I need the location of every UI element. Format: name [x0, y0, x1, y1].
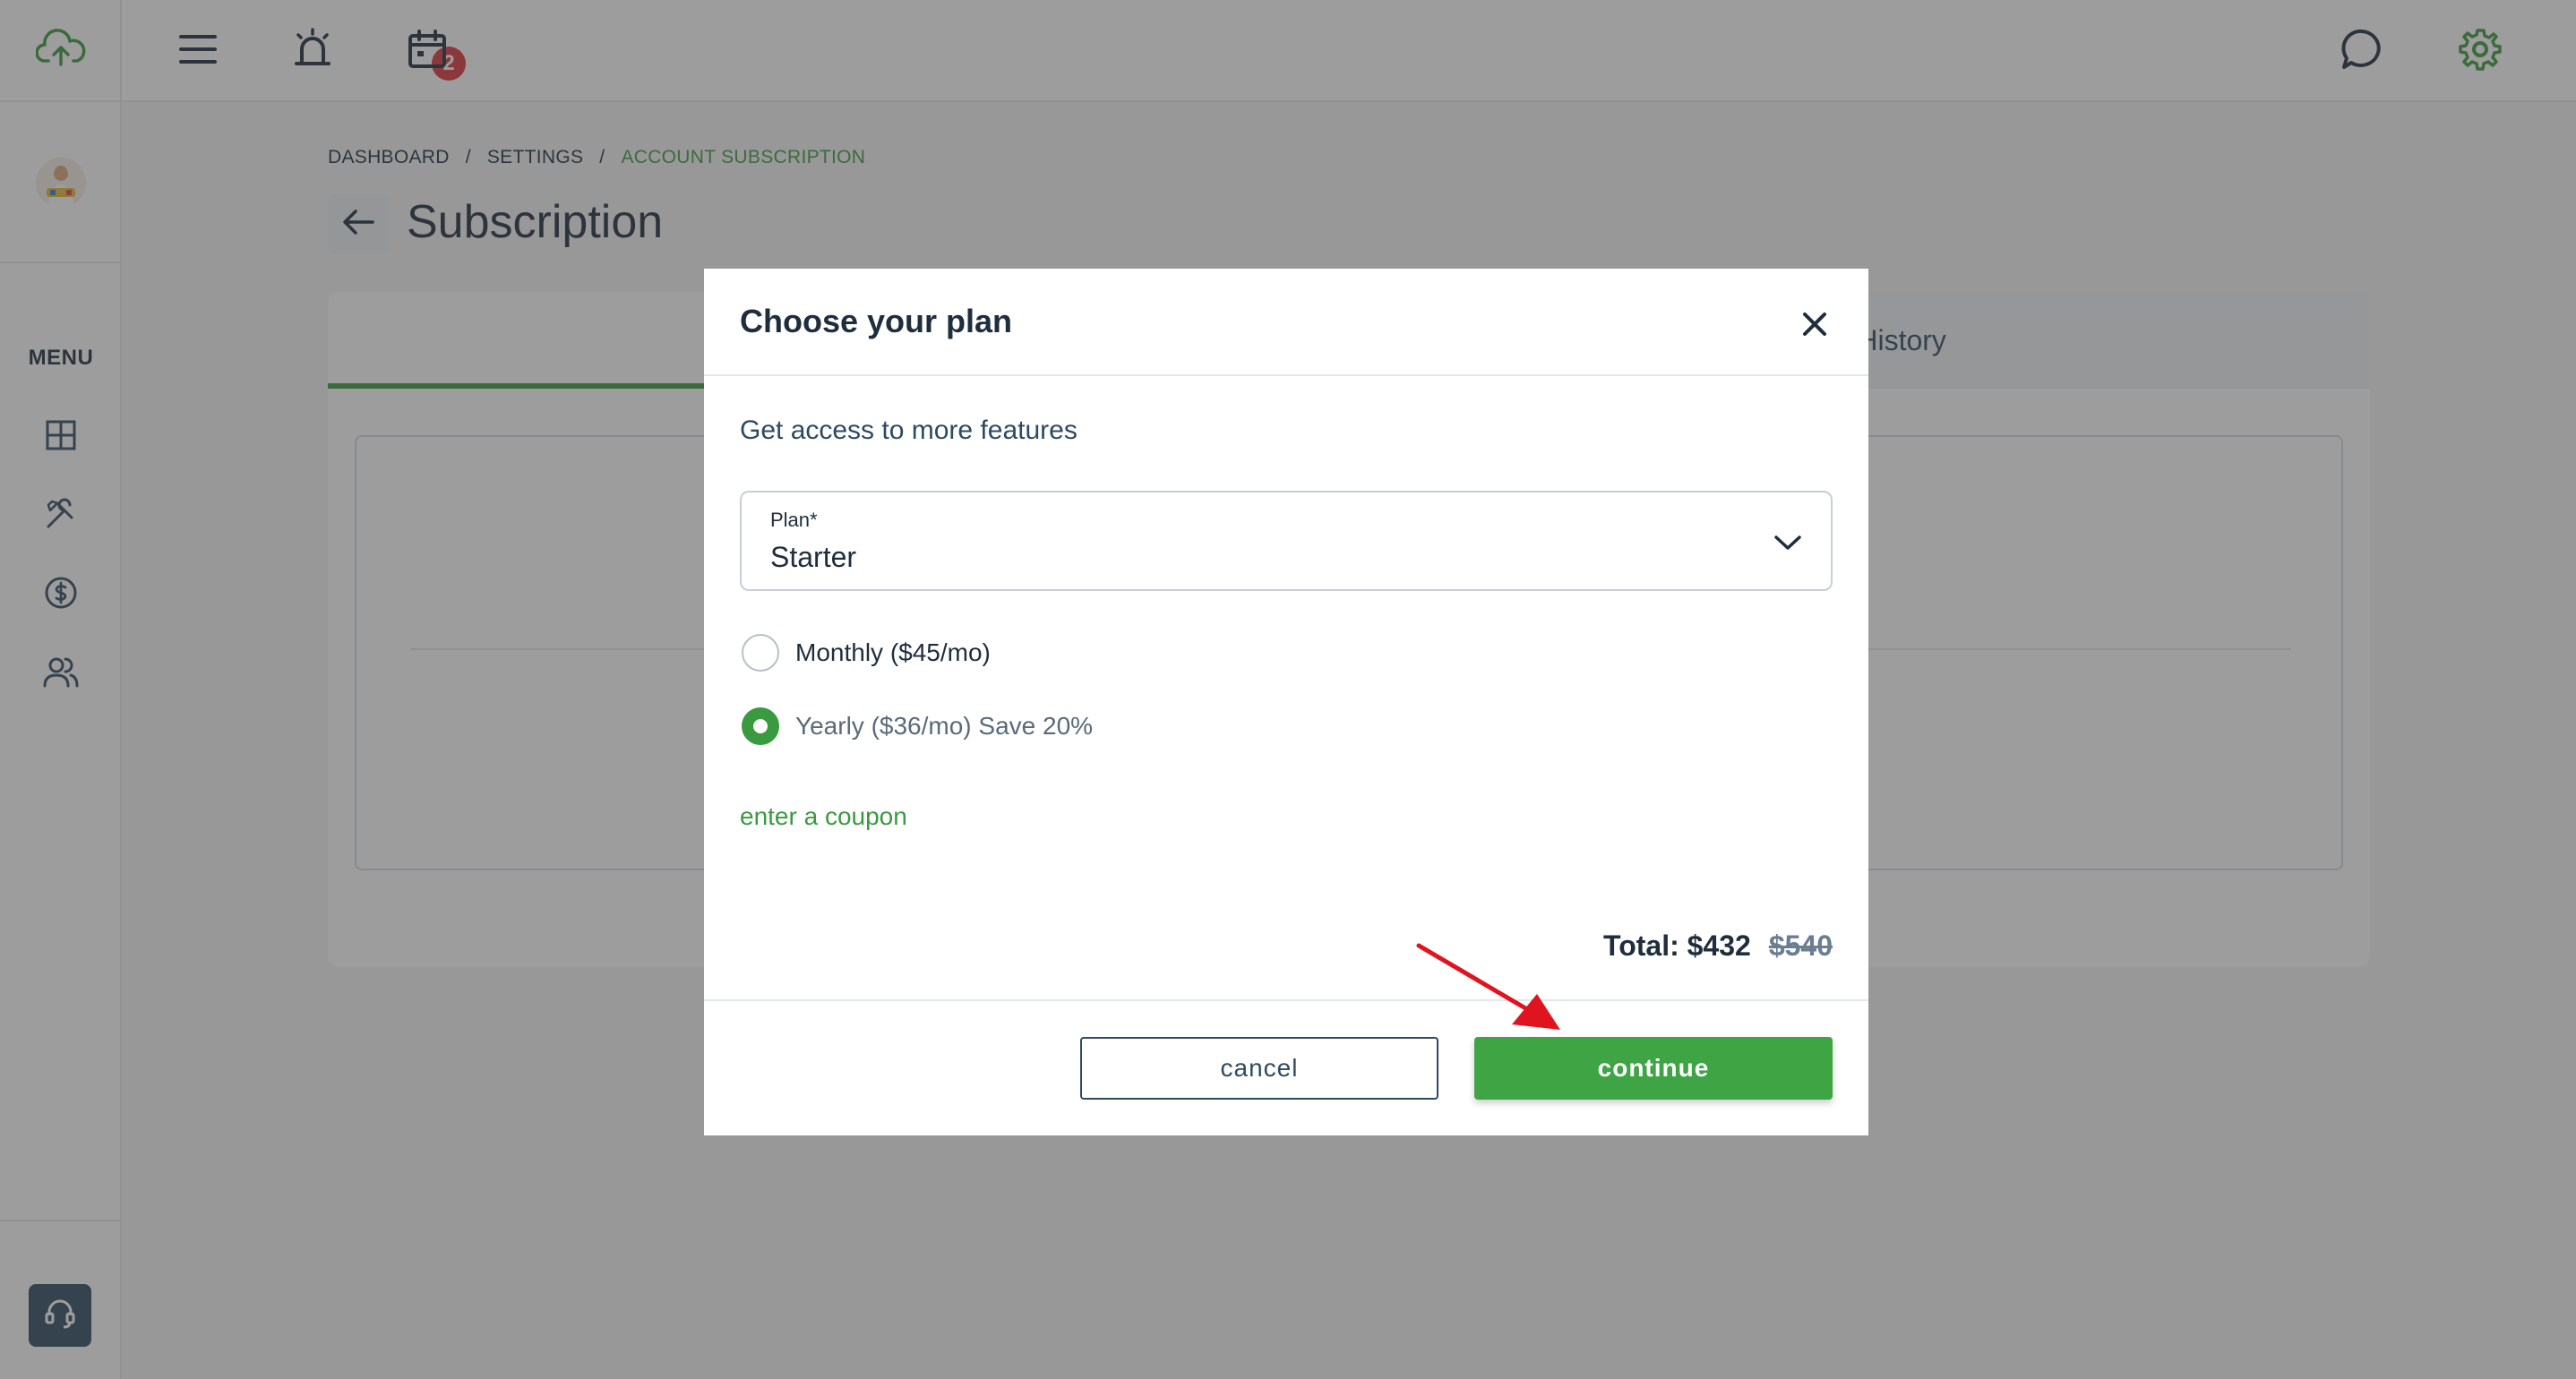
- dialog-footer-divider: [704, 999, 1868, 1001]
- dialog-subtitle: Get access to more features: [740, 415, 1078, 445]
- plan-select[interactable]: Plan* Starter: [740, 491, 1833, 591]
- dialog-title: Choose your plan: [740, 303, 1013, 339]
- enter-coupon-link[interactable]: enter a coupon: [740, 802, 907, 831]
- radio-button[interactable]: [742, 707, 779, 745]
- radio-button[interactable]: [742, 634, 779, 672]
- continue-button[interactable]: continue: [1474, 1037, 1833, 1100]
- close-icon: [1801, 311, 1828, 342]
- radio-label: Yearly ($36/mo) Save 20%: [795, 712, 1094, 740]
- cancel-button[interactable]: cancel: [1080, 1037, 1438, 1100]
- total-price: Total: $432 $540: [704, 929, 1833, 963]
- radio-option-monthly[interactable]: Monthly ($45/mo): [742, 634, 991, 672]
- original-price: $540: [1768, 929, 1833, 962]
- annotation-arrow-icon: [1416, 943, 1560, 1030]
- total-label: Total: $432: [1603, 929, 1751, 962]
- close-button[interactable]: [1795, 306, 1834, 346]
- dialog-header: Choose your plan: [704, 269, 1868, 376]
- chevron-down-icon: [1770, 525, 1806, 561]
- radio-label: Monthly ($45/mo): [795, 638, 991, 666]
- radio-option-yearly[interactable]: Yearly ($36/mo) Save 20%: [742, 707, 1093, 745]
- plan-select-label: Plan*: [770, 509, 818, 531]
- choose-plan-dialog: Choose your plan Get access to more feat…: [704, 269, 1868, 1135]
- plan-select-value: Starter: [770, 541, 857, 573]
